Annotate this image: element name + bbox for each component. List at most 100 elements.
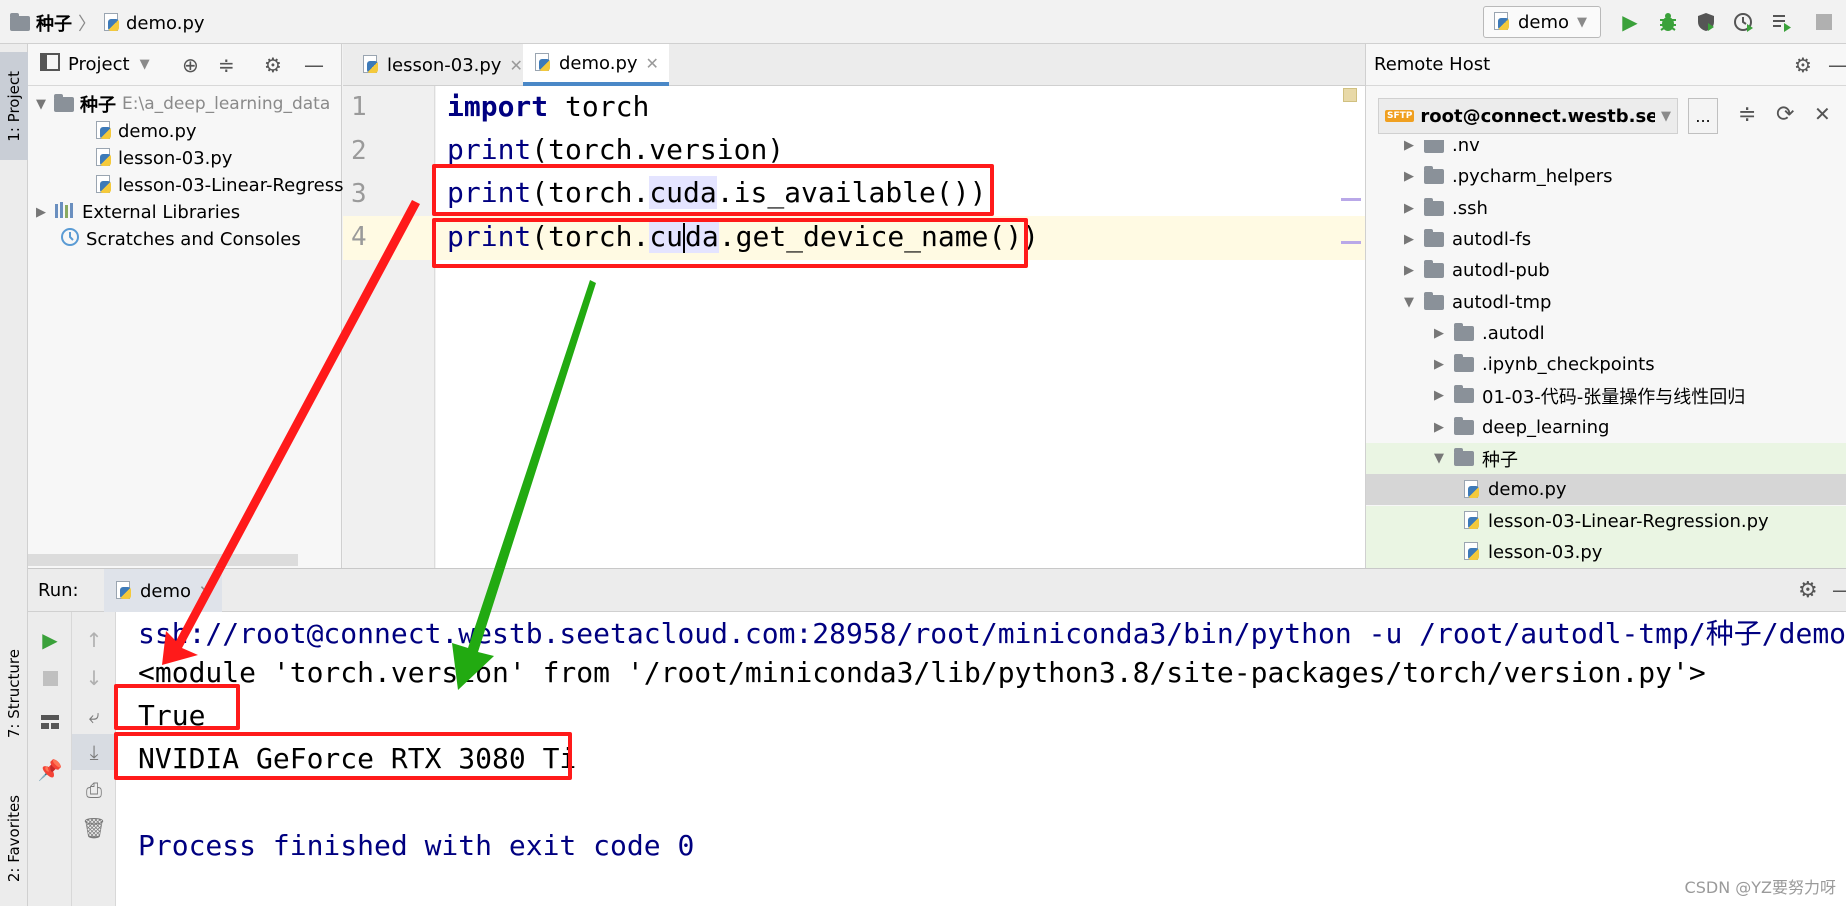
folder-icon [1424,228,1444,247]
inspection-indicator[interactable] [1343,88,1357,102]
remote-tree-item[interactable]: ▼ autodl-tmp [1366,287,1846,318]
python-file-icon [114,581,132,601]
remote-host-panel: Remote Host ⚙ — SFTP root@connect.westb.… [1365,44,1846,568]
gear-icon[interactable]: ⚙ [1794,53,1812,77]
chevron-down-icon: ▼ [1577,14,1588,30]
layout-icon[interactable] [28,704,72,740]
trash-icon[interactable]: 🗑 [72,810,116,846]
hide-icon[interactable]: — [1828,53,1846,77]
code-line-1[interactable]: import torch [447,90,649,123]
chevron-down-icon: ▼ [36,96,46,112]
chevron-right-icon: ▶ [36,204,46,220]
console-command-line: ssh://root@connect.westb.seetacloud.com:… [138,617,1846,650]
tree-item-lesson-03-linear[interactable]: lesson-03-Linear-Regressi [94,170,348,200]
locate-icon[interactable]: ⊕ [182,53,199,77]
chevron-right-icon[interactable]: ▶ [1402,169,1416,184]
horizontal-scrollbar[interactable] [28,554,298,566]
debug-icon[interactable] [1654,8,1682,36]
sftp-icon: SFTP [1385,110,1415,122]
stop-icon[interactable] [1810,8,1838,36]
annotation-box-gpu [114,732,572,780]
close-icon[interactable]: ✕ [646,54,659,73]
tab-favorites[interactable]: 2: Favorites [0,774,28,904]
tree-item-external-libraries[interactable]: ▶ External Libraries [34,197,240,227]
tab-structure[interactable]: 7: Structure [0,624,28,764]
collapse-all-icon[interactable]: ≑ [1738,102,1756,127]
chevron-right-icon[interactable]: ▶ [1402,232,1416,247]
hide-icon[interactable]: — [1832,578,1846,602]
project-view-title[interactable]: Project [68,54,130,75]
folder-icon [10,12,30,31]
tree-item-lesson-03[interactable]: lesson-03.py [94,143,232,173]
line-number: 4 [351,222,367,252]
chevron-right-icon[interactable]: ▶ [1432,388,1446,403]
code-line-2[interactable]: print(torch.version) [447,133,784,166]
breadcrumb-project[interactable]: 种子 [36,10,72,36]
tab-project[interactable]: 1: Project [0,52,28,160]
remote-tree-item[interactable]: ▶ .autodl [1366,318,1846,349]
rerun-icon[interactable]: ▶ [28,622,72,658]
arrow-down-icon[interactable]: ↓ [72,660,116,696]
close-icon[interactable]: ✕ [509,56,522,75]
chevron-right-icon[interactable]: ▶ [1402,263,1416,278]
chevron-down-icon[interactable]: ▼ [1432,451,1446,466]
gear-icon[interactable]: ⚙ [1798,578,1818,603]
chevron-right-icon[interactable]: ▶ [1432,357,1446,372]
run-label: Run: [38,580,79,601]
breadcrumb-file[interactable]: demo.py [126,13,205,34]
left-tool-strip: 1: Project 7: Structure 2: Favorites [0,44,28,906]
stop-icon[interactable] [28,660,72,696]
tab-demo[interactable]: demo.py ✕ [523,44,669,86]
tree-root[interactable]: ▼ 种子 E:\a_deep_learning_data [34,89,330,119]
run-concurrency-icon[interactable] [1768,8,1796,36]
chevron-right-icon[interactable]: ▶ [1432,326,1446,341]
folder-icon [1454,416,1474,435]
soft-wrap-icon[interactable]: ⤶ [72,698,116,734]
chevron-down-icon[interactable]: ▼ [140,57,150,72]
close-icon[interactable]: ✕ [199,582,212,600]
run-icon[interactable]: ▶ [1616,8,1644,36]
tree-item-demo[interactable]: demo.py [94,116,197,146]
chevron-right-icon[interactable]: ▶ [1402,201,1416,216]
remote-tree-item[interactable]: ▶ .ipynb_checkpoints [1366,349,1846,380]
remote-tree-item[interactable]: ▶ .nv [1366,140,1846,161]
python-file-icon [1462,511,1480,531]
remote-tree-item[interactable]: ▶ autodl-fs [1366,224,1846,255]
remote-tree-item[interactable]: ▶ 01-03-代码-张量操作与线性回归 [1366,380,1846,411]
arrow-up-icon[interactable]: ↑ [72,622,116,658]
profile-icon[interactable] [1730,8,1758,36]
gear-icon[interactable]: ⚙ [264,53,282,77]
remote-tree-item[interactable]: lesson-03.py [1366,536,1846,568]
remote-tree-item[interactable]: ▶ .pycharm_helpers [1366,161,1846,192]
run-tab-demo[interactable]: demo ✕ [104,569,222,613]
print-icon[interactable]: ⎙ [72,772,116,808]
collapse-all-icon[interactable]: ≑ [218,53,235,77]
remote-tree-item[interactable]: ▶ autodl-pub [1366,255,1846,286]
tree-item-scratches[interactable]: Scratches and Consoles [60,224,301,254]
run-config-select[interactable]: demo ▼ [1483,6,1601,38]
folder-icon [1454,322,1474,341]
code-editor[interactable]: import torch print(torch.version) print(… [436,86,1365,568]
browse-button[interactable]: ... [1688,98,1718,134]
line-number: 1 [351,92,367,122]
breadcrumb-separator-icon: 〉 [78,14,96,35]
coverage-icon[interactable] [1692,8,1720,36]
navigation-bar: 种子 〉 demo.py demo ▼ ▶ [0,0,1846,44]
remote-tree-item[interactable]: ▶ deep_learning [1366,412,1846,443]
hide-icon[interactable]: — [304,53,324,77]
remote-tree-item[interactable]: ▶ .ssh [1366,193,1846,224]
chevron-right-icon[interactable]: ▶ [1432,420,1446,435]
remote-tree-item[interactable]: lesson-03-Linear-Regression.py [1366,505,1846,537]
remote-tree-item[interactable]: ▼ 种子 [1366,443,1846,474]
close-icon[interactable]: ✕ [1814,102,1831,126]
watermark: CSDN @YZ要努力呀 [1684,878,1836,897]
refresh-icon[interactable]: ⟳ [1776,102,1794,127]
scroll-to-end-icon[interactable]: ⤓ [72,734,116,770]
chevron-down-icon[interactable]: ▼ [1402,295,1416,310]
chevron-right-icon[interactable]: ▶ [1402,140,1416,153]
tab-lesson-03[interactable]: lesson-03.py ✕ [351,44,533,86]
host-select[interactable]: SFTP root@connect.westb.seeta ▼ [1378,98,1678,134]
remote-tree-item[interactable]: demo.py [1366,474,1846,506]
project-panel: Project ▼ ⊕ ≑ ⚙ — ▼ 种子 E:\a_deep_learnin… [28,44,348,568]
pin-icon[interactable]: 📌 [28,752,72,788]
